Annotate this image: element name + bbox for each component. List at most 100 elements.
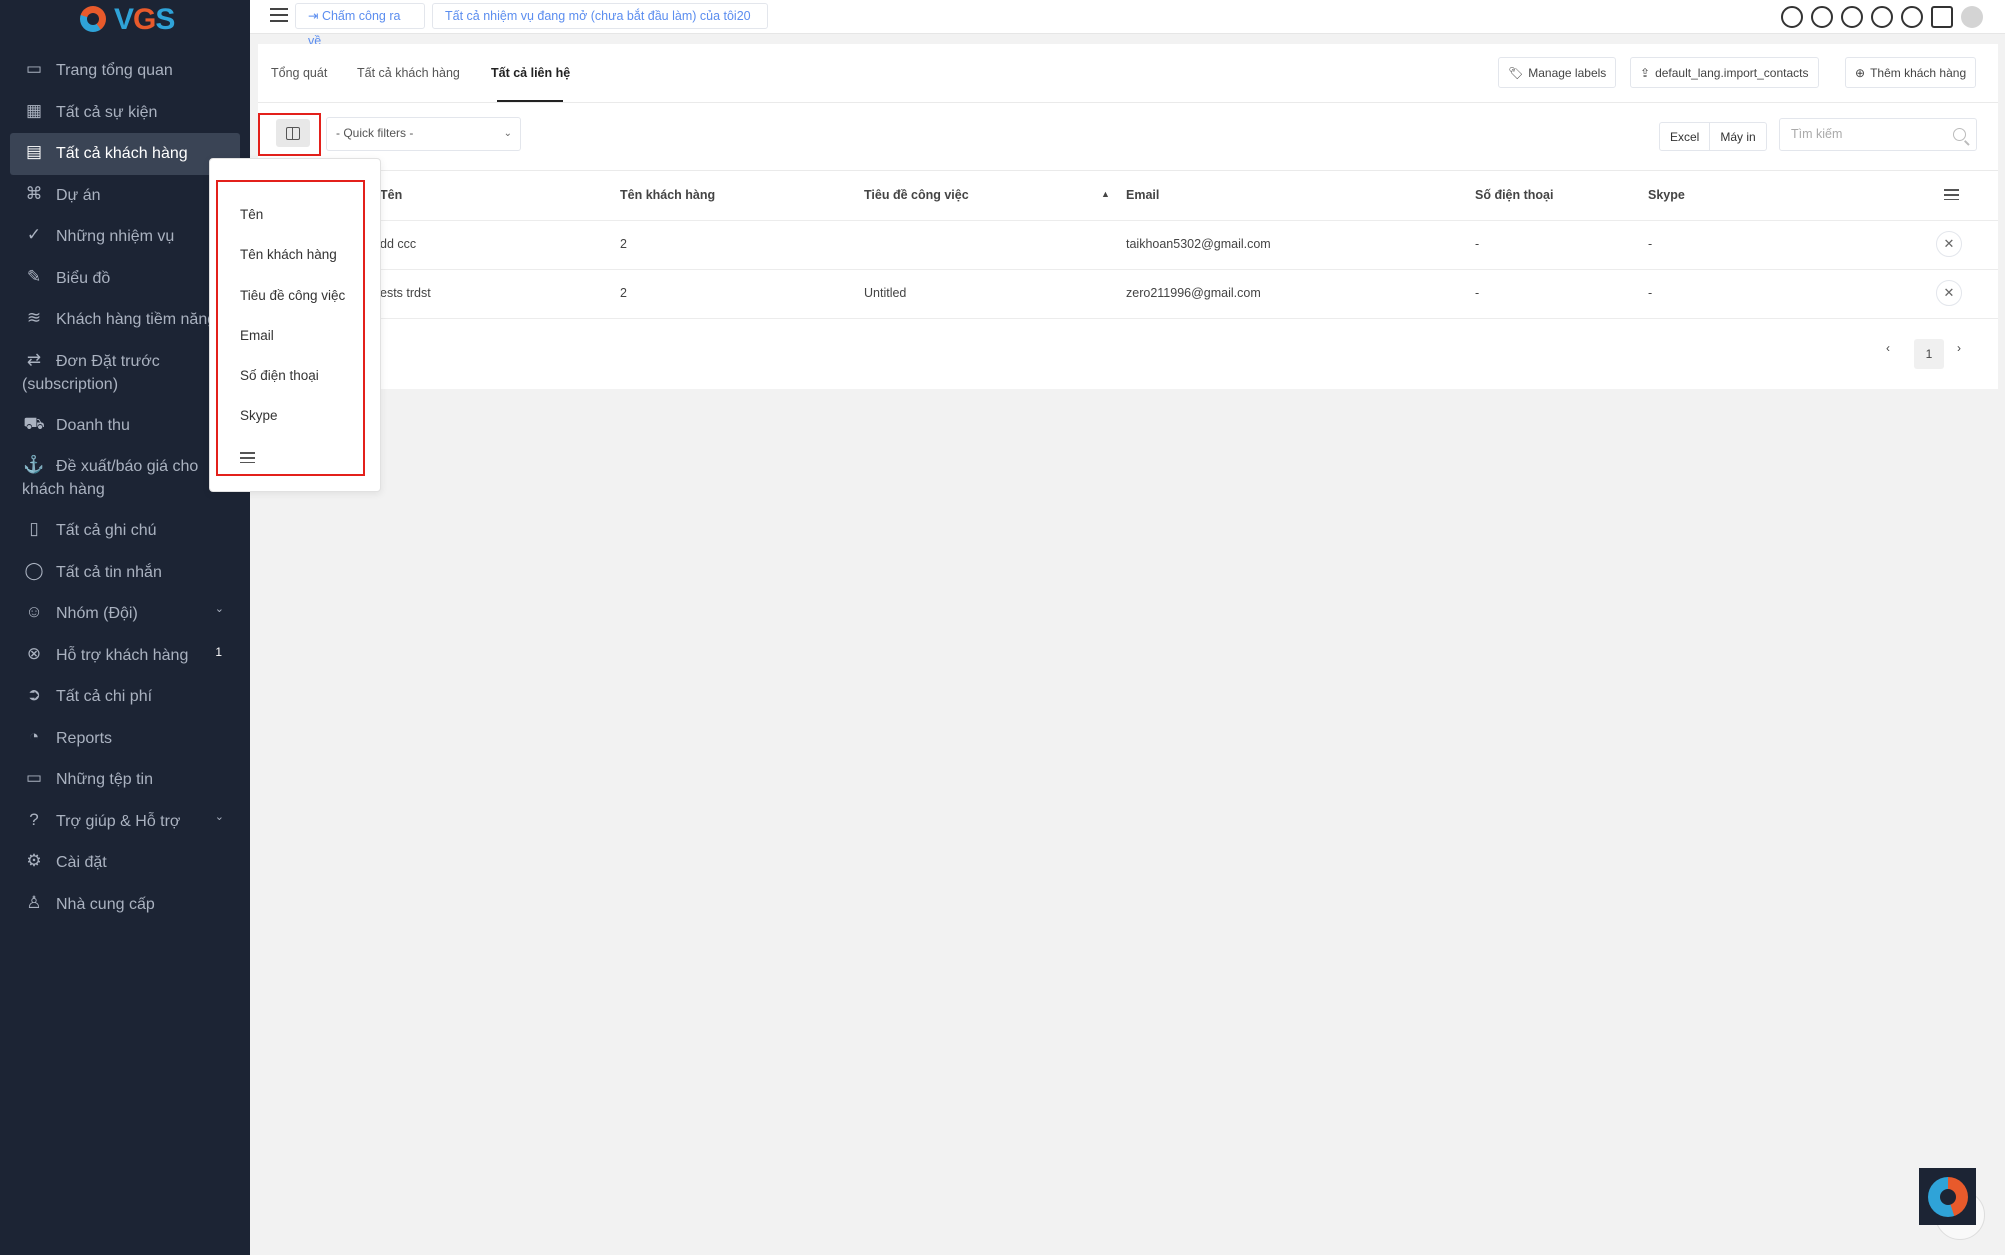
header-email[interactable]: Email <box>1126 188 1159 202</box>
highlight-box-column-toggle <box>258 113 321 156</box>
sidebar-item-13[interactable]: ⊗ Hỗ trợ khách hàng 1 <box>10 635 240 677</box>
add-client-button[interactable]: ⊕ Thêm khách hàng <box>1845 57 1977 88</box>
sidebar-item-badge: 1 <box>215 644 222 659</box>
row2-skype: - <box>1648 286 1653 300</box>
sidebar-item-9[interactable]: ⚓ Đề xuất/báo giá cho khách hàng <box>10 446 240 510</box>
top-icons <box>1781 6 1983 28</box>
chevron-down-icon: ⌄ <box>503 128 512 139</box>
sidebar-item-3[interactable]: ⌘ Dự án <box>10 175 240 217</box>
sidebar-item-14[interactable]: ➲ Tất cả chi phí <box>10 676 240 718</box>
tag-icon: 🏷 <box>1508 65 1524 80</box>
search-placeholder: Tìm kiếm <box>1791 127 1843 141</box>
sidebar-item-label: Đề xuất/báo giá cho <box>56 458 199 475</box>
upload-icon: ⇪ <box>1640 65 1651 80</box>
sidebar-item-label: Reports <box>56 729 113 747</box>
delete-row-button[interactable]: ✕ <box>1936 231 1962 257</box>
search-icon[interactable] <box>1781 6 1803 28</box>
folder-icon: ▭ <box>25 768 43 787</box>
options-menu-icon[interactable] <box>1944 189 1959 201</box>
delete-row-button[interactable]: ✕ <box>1936 280 1962 306</box>
sidebar-item-11[interactable]: ◯ Tất cả tin nhắn <box>10 552 240 594</box>
row-divider <box>258 318 1998 319</box>
tab-all-clients[interactable]: Tất cả khách hàng <box>357 66 460 80</box>
sidebar-item-16[interactable]: ▭ Những tệp tin <box>10 759 240 801</box>
brand-mark-icon <box>1927 1176 1968 1217</box>
sidebar-item-label: Biểu đồ <box>56 269 111 287</box>
bell-icon[interactable] <box>1901 6 1923 28</box>
brand-logo[interactable]: VGS <box>76 0 186 40</box>
sidebar-item-18[interactable]: ⚙ Cài đặt <box>10 842 240 884</box>
sidebar-item-15[interactable]: ◔ Reports <box>10 718 240 760</box>
tabs-bar: Tổng quát Tất cả khách hàng Tất cả liên … <box>258 44 1998 103</box>
open-tasks-label: Tất cả nhiệm vụ đang mở (chưa bắt đầu là… <box>445 9 751 23</box>
chevron-down-icon[interactable]: ⌄ <box>215 602 224 615</box>
sidebar-item-12[interactable]: ☺ Nhóm (Đội) ⌄ <box>10 593 240 635</box>
sidebar-item-0[interactable]: ▭ Trang tổng quan <box>10 50 240 92</box>
sidebar-item-label: Tất cả sự kiện <box>56 103 158 121</box>
sidebar-item-2[interactable]: ▤ Tất cả khách hàng <box>10 133 240 175</box>
sidebar-item-10[interactable]: ▯ Tất cả ghi chú <box>10 510 240 552</box>
page-number[interactable]: 1 <box>1914 339 1944 369</box>
logo-text: VGS <box>114 3 175 36</box>
quick-filters-label: - Quick filters - <box>336 126 414 140</box>
quick-filters-select[interactable]: - Quick filters - ⌄ <box>326 117 521 151</box>
header-client[interactable]: Tên khách hàng <box>620 188 715 202</box>
row1-name[interactable]: dd ccc <box>380 237 416 251</box>
sidebar-item-19[interactable]: ♙ Nhà cung cấp <box>10 884 240 926</box>
print-button[interactable]: Máy in <box>1710 123 1765 150</box>
users-icon: ☺ <box>25 602 43 621</box>
tab-all-contacts[interactable]: Tất cả liên hệ <box>491 66 570 80</box>
row-divider <box>258 269 1998 270</box>
plus-circle-icon[interactable] <box>1811 6 1833 28</box>
row2-email[interactable]: zero211996@gmail.com <box>1126 286 1261 300</box>
import-contacts-button[interactable]: ⇪ default_lang.import_contacts <box>1630 57 1819 88</box>
row2-client[interactable]: 2 <box>620 286 627 300</box>
sidebar-item-4[interactable]: ✓ Những nhiệm vụ <box>10 216 240 258</box>
manage-labels-button[interactable]: 🏷 Manage labels <box>1498 57 1617 88</box>
header-skype[interactable]: Skype <box>1648 188 1685 202</box>
chat-widget-button[interactable] <box>1919 1168 1976 1225</box>
sidebar-item-1[interactable]: ▦ Tất cả sự kiện <box>10 92 240 134</box>
sidebar-item-6[interactable]: ≋ Khách hàng tiềm năng <box>10 299 240 341</box>
sidebar-item-7[interactable]: ⇄ Đơn Đặt trước (subscription) <box>10 341 240 405</box>
mail-icon[interactable] <box>1931 6 1953 28</box>
topbar: ⇥ Chấm công ra về Tất cả nhiệm vụ đang m… <box>250 0 2005 48</box>
sidebar-item-label: Nhà cung cấp <box>56 895 155 913</box>
sidebar-item-label: Dự án <box>56 186 101 204</box>
logo-mark-icon <box>76 2 112 38</box>
sidebar-item-label: Trợ giúp & Hỗ trợ <box>56 812 181 830</box>
pie-chart-icon: ◔ <box>28 726 40 746</box>
menu-toggle-icon[interactable] <box>270 8 288 23</box>
header-phone[interactable]: Số điện thoại <box>1475 188 1553 202</box>
next-page-button[interactable]: › <box>1957 341 1961 355</box>
anchor-icon: ⚓ <box>23 455 45 474</box>
sidebar-item-17[interactable]: ? Trợ giúp & Hỗ trợ ⌄ <box>10 801 240 843</box>
sidebar-item-label: Tất cả chi phí <box>56 688 153 705</box>
chevron-down-icon[interactable]: ⌄ <box>215 810 224 823</box>
header-name[interactable]: Tên <box>380 188 402 202</box>
row-divider <box>258 220 1998 221</box>
globe-icon[interactable] <box>1841 6 1863 28</box>
highlight-box-column-menu <box>216 180 365 476</box>
tab-overview[interactable]: Tổng quát <box>271 66 327 80</box>
arrow-circle-icon: ➲ <box>26 685 42 704</box>
open-tasks-button[interactable]: Tất cả nhiệm vụ đang mở (chưa bắt đầu là… <box>432 3 768 29</box>
sidebar-item-8[interactable]: ⛟ Doanh thu <box>10 405 240 447</box>
sidebar-item-label: Những nhiệm vụ <box>56 228 175 245</box>
command-icon: ⌘ <box>25 183 43 203</box>
sort-up-icon[interactable]: ▲ <box>1101 189 1110 199</box>
clock-out-button[interactable]: ⇥ Chấm công ra về <box>295 3 425 48</box>
avatar[interactable] <box>1961 6 1983 28</box>
search-input[interactable]: Tìm kiếm <box>1779 118 1977 151</box>
row2-name[interactable]: ests trdst <box>380 286 431 300</box>
row1-client[interactable]: 2 <box>620 237 627 251</box>
excel-button[interactable]: Excel <box>1660 123 1711 150</box>
prev-page-button[interactable]: ‹ <box>1886 341 1890 355</box>
sidebar-nav: ▭ Trang tổng quan ▦ Tất cả sự kiện ▤ Tất cả k… <box>10 50 240 925</box>
sidebar-item-label: Cài đặt <box>56 854 107 871</box>
sidebar-item-5[interactable]: ✎ Biểu đồ <box>10 258 240 300</box>
import-contacts-label: default_lang.import_contacts <box>1655 65 1809 80</box>
header-job-title[interactable]: Tiêu đề công việc <box>864 188 969 202</box>
row1-email[interactable]: taikhoan5302@gmail.com <box>1126 237 1271 251</box>
clock-icon[interactable] <box>1871 6 1893 28</box>
